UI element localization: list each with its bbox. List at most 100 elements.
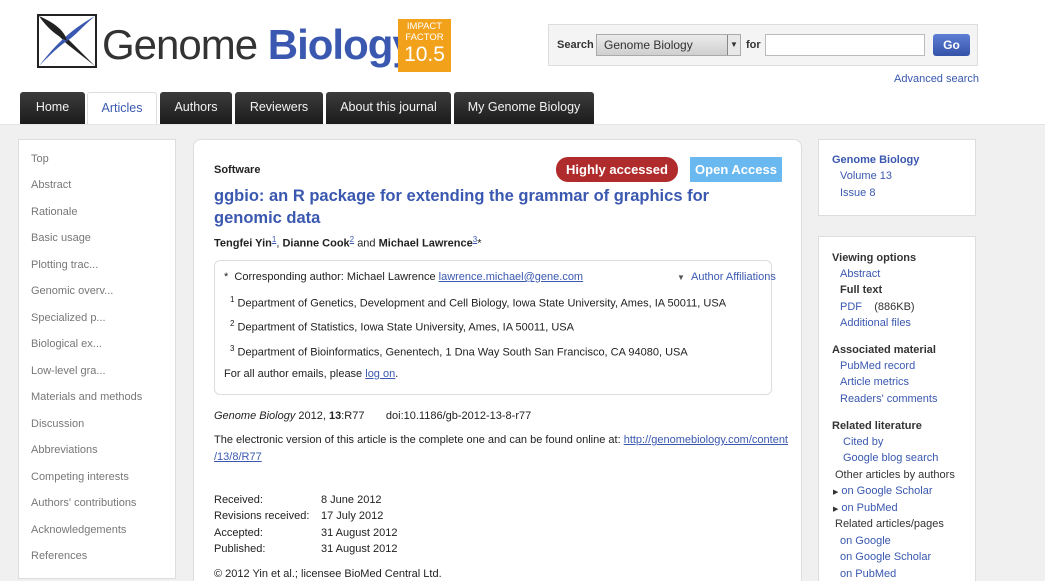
open-access-badge[interactable]: Open Access bbox=[690, 157, 782, 182]
citation-line: Genome Biology 2012, 13:R77 doi:10.1186/… bbox=[214, 410, 531, 422]
history-label: Revisions received: bbox=[214, 510, 310, 522]
search-scope-value: Genome Biology bbox=[604, 38, 693, 52]
outline-item-genomic-overview[interactable]: Genomic overv... bbox=[31, 285, 113, 297]
article-title: ggbio: an R package for extending the gr… bbox=[214, 187, 710, 227]
log-on-link[interactable]: log on bbox=[365, 368, 395, 380]
affiliation-item: 1 Department of Genetics, Development an… bbox=[230, 295, 726, 310]
pdf-row: PDF (886KB) bbox=[840, 301, 915, 313]
genome-biology-logo-icon[interactable] bbox=[37, 14, 97, 68]
full-text-current: Full text bbox=[840, 284, 883, 296]
outline-item-acknowledgements[interactable]: Acknowledgements bbox=[31, 524, 126, 536]
outline-item-competing-interests[interactable]: Competing interests bbox=[31, 471, 129, 483]
google-blog-search-link[interactable]: Google blog search bbox=[843, 452, 938, 464]
associated-material-heading: Associated material bbox=[832, 344, 936, 356]
pubmed-authors-link[interactable]: on PubMed bbox=[841, 502, 897, 514]
google-scholar-authors-link[interactable]: on Google Scholar bbox=[841, 485, 932, 497]
author-name[interactable]: Dianne Cook bbox=[282, 238, 349, 250]
author-name[interactable]: Tengfei Yin bbox=[214, 238, 272, 250]
additional-files-link[interactable]: Additional files bbox=[840, 317, 911, 329]
search-go-button[interactable]: Go bbox=[933, 34, 970, 56]
search-label: Search bbox=[557, 39, 594, 51]
emails-prefix: For all author emails, please bbox=[224, 368, 363, 380]
article-options-box: Viewing options Abstract Full text PDF (… bbox=[818, 236, 976, 581]
main-nav: Home Articles Authors Reviewers About th… bbox=[0, 92, 1045, 126]
related-literature-heading: Related literature bbox=[832, 420, 922, 432]
affiliation-num: 3 bbox=[230, 344, 235, 353]
citation-volume: 13 bbox=[328, 410, 342, 422]
outline-item-abbreviations[interactable]: Abbreviations bbox=[31, 444, 98, 456]
author-list: Tengfei Yin1, Dianne Cook2 and Michael L… bbox=[214, 235, 482, 250]
outline-item-top[interactable]: Top bbox=[31, 153, 49, 165]
logo-space bbox=[257, 21, 268, 68]
article-outline-sidebar: Top Abstract Rationale Basic usage Plott… bbox=[18, 139, 176, 579]
history-label: Published: bbox=[214, 543, 266, 555]
affiliation-item: 2 Department of Statistics, Iowa State U… bbox=[230, 319, 574, 334]
tab-about-journal[interactable]: About this journal bbox=[326, 92, 451, 125]
pubmed-record-link[interactable]: PubMed record bbox=[840, 360, 915, 372]
article-metrics-link[interactable]: Article metrics bbox=[840, 376, 909, 388]
journal-title-link[interactable]: Genome Biology bbox=[832, 154, 919, 166]
corresponding-email-link[interactable]: lawrence.michael@gene.com bbox=[439, 271, 583, 283]
history-label: Accepted: bbox=[214, 527, 263, 539]
impact-label-1: IMPACT bbox=[406, 21, 443, 32]
outline-item-basic-usage[interactable]: Basic usage bbox=[31, 232, 91, 244]
corresponding-author-label: Corresponding author: Michael Lawrence bbox=[234, 271, 436, 283]
outline-item-low-level[interactable]: Low-level gra... bbox=[31, 365, 106, 377]
readers-comments-link[interactable]: Readers' comments bbox=[840, 393, 937, 405]
highly-accessed-badge[interactable]: Highly accessed bbox=[556, 157, 678, 182]
affiliation-num: 2 bbox=[230, 319, 235, 328]
outline-item-abstract[interactable]: Abstract bbox=[31, 179, 71, 191]
corresponding-asterisk: * bbox=[477, 237, 482, 250]
history-date: 8 June 2012 bbox=[321, 494, 382, 506]
article-url-link-cont[interactable]: /13/8/R77 bbox=[214, 451, 262, 463]
other-scholar-row: ▶ on Google Scholar bbox=[833, 485, 933, 497]
author-name[interactable]: Michael Lawrence bbox=[379, 238, 473, 250]
outline-item-specialized[interactable]: Specialized p... bbox=[31, 312, 106, 324]
related-google-link[interactable]: on Google bbox=[840, 535, 891, 547]
outline-item-references[interactable]: References bbox=[31, 550, 87, 562]
search-input[interactable] bbox=[765, 34, 925, 56]
electronic-version-line: The electronic version of this article i… bbox=[214, 434, 788, 446]
article-url-link[interactable]: http://genomebiology.com/content bbox=[624, 434, 788, 446]
corresponding-author-line: * Corresponding author: Michael Lawrence… bbox=[224, 271, 583, 283]
other-articles-label: Other articles by authors bbox=[835, 469, 955, 481]
other-pubmed-row: ▶ on PubMed bbox=[833, 502, 898, 514]
triangle-right-icon: ▶ bbox=[833, 506, 839, 513]
related-pubmed-link[interactable]: on PubMed bbox=[840, 568, 896, 580]
asterisk: * bbox=[224, 271, 235, 283]
pdf-link[interactable]: PDF bbox=[840, 301, 862, 313]
tab-home[interactable]: Home bbox=[20, 92, 85, 125]
pdf-size: (886KB) bbox=[874, 301, 915, 313]
outline-item-plotting-tracks[interactable]: Plotting trac... bbox=[31, 259, 98, 271]
affiliations-box: * Corresponding author: Michael Lawrence… bbox=[214, 260, 776, 395]
journal-logo-text[interactable]: Genome Biology bbox=[102, 21, 416, 68]
author-affiliations-toggle[interactable]: ▼ Author Affiliations bbox=[677, 271, 776, 283]
affiliation-item: 3 Department of Bioinformatics, Genentec… bbox=[230, 344, 688, 359]
affiliation-text: Department of Bioinformatics, Genentech,… bbox=[237, 346, 688, 359]
outline-item-discussion[interactable]: Discussion bbox=[31, 418, 84, 430]
tab-authors[interactable]: Authors bbox=[160, 92, 232, 125]
outline-item-author-contributions[interactable]: Authors' contributions bbox=[31, 497, 136, 509]
advanced-search-link[interactable]: Advanced search bbox=[894, 73, 979, 85]
triangle-right-icon: ▶ bbox=[833, 489, 839, 496]
volume-link[interactable]: Volume 13 bbox=[840, 170, 892, 182]
electronic-version-line-2: /13/8/R77 bbox=[214, 451, 262, 463]
cited-by-link[interactable]: Cited by bbox=[843, 436, 883, 448]
tab-my-genome-biology[interactable]: My Genome Biology bbox=[454, 92, 594, 125]
outline-item-rationale[interactable]: Rationale bbox=[31, 206, 77, 218]
tab-articles[interactable]: Articles bbox=[87, 92, 157, 126]
outline-item-materials-methods[interactable]: Materials and methods bbox=[31, 391, 142, 403]
tab-reviewers[interactable]: Reviewers bbox=[235, 92, 323, 125]
triangle-down-icon: ▼ bbox=[677, 273, 685, 282]
electronic-version-text: The electronic version of this article i… bbox=[214, 434, 621, 446]
history-date: 31 August 2012 bbox=[321, 543, 398, 555]
issue-link[interactable]: Issue 8 bbox=[840, 187, 875, 199]
outline-item-biological-examples[interactable]: Biological ex... bbox=[31, 338, 102, 350]
search-scope-select[interactable]: Genome Biology ▼ bbox=[596, 34, 741, 56]
related-google-scholar-link[interactable]: on Google Scholar bbox=[840, 551, 931, 563]
affiliation-num: 1 bbox=[230, 295, 235, 304]
citation-doi: doi:10.1186/gb-2012-13-8-r77 bbox=[385, 410, 532, 422]
logo-word-genome: Genome bbox=[102, 21, 258, 68]
impact-factor-badge[interactable]: IMPACT FACTOR 10.5 bbox=[398, 19, 451, 72]
abstract-link[interactable]: Abstract bbox=[840, 268, 880, 280]
